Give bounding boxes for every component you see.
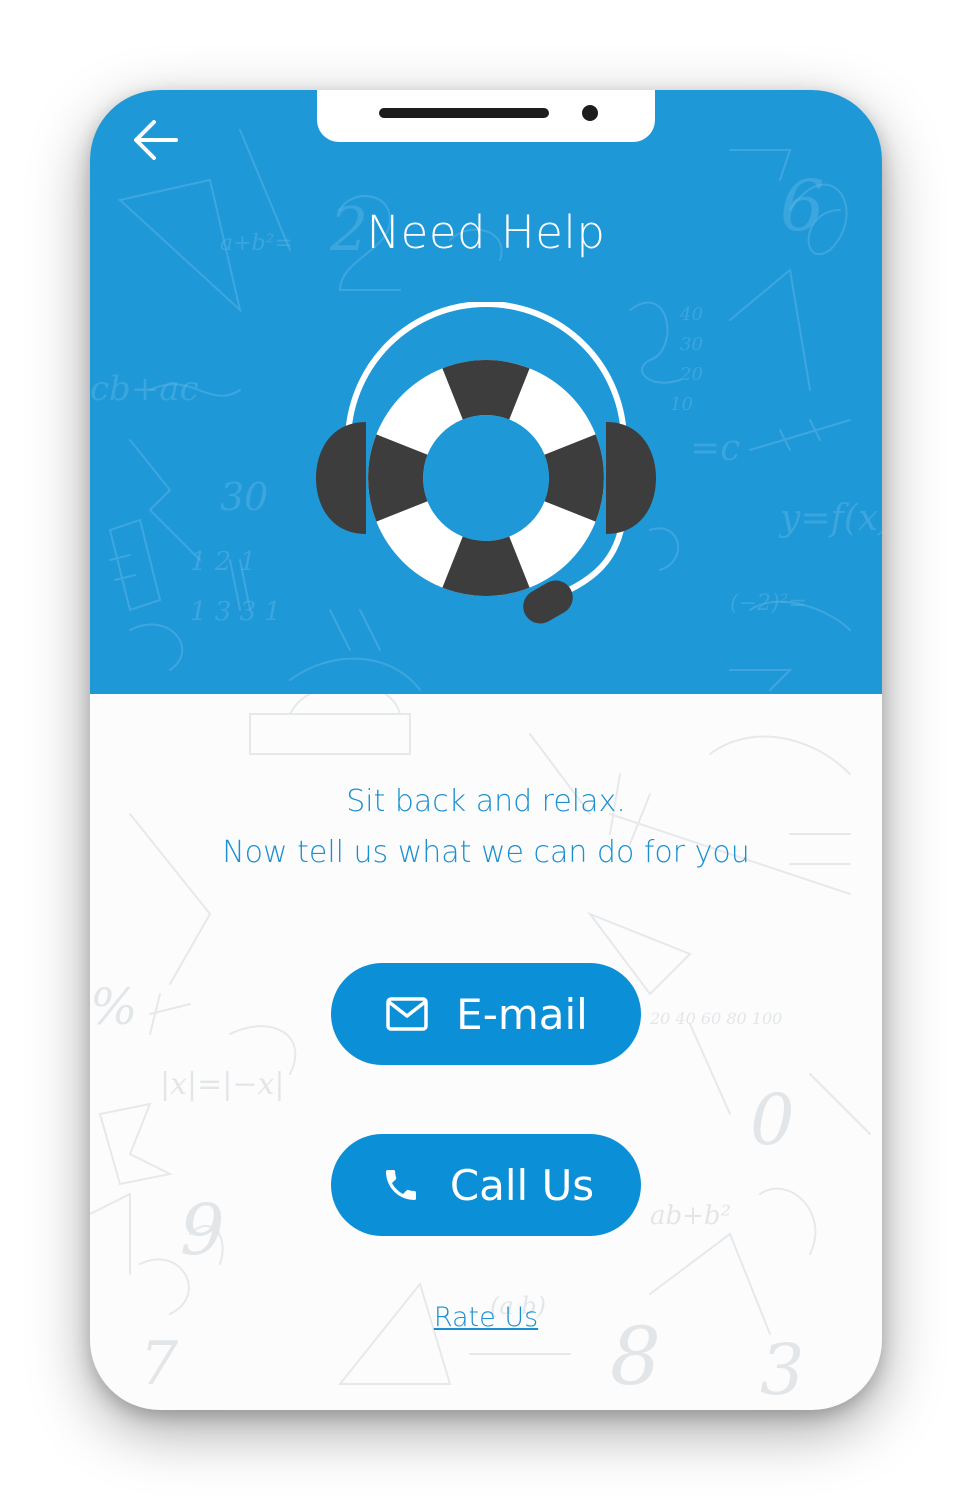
rate-us-link[interactable]: Rate Us [434, 1302, 538, 1333]
email-button[interactable]: E-mail [331, 963, 641, 1065]
svg-text:cb+ac: cb+ac [90, 369, 199, 409]
svg-text:1 2 1: 1 2 1 [190, 547, 256, 577]
svg-text:1 3 3 1: 1 3 3 1 [190, 597, 281, 627]
svg-text:0: 0 [750, 1079, 795, 1161]
speaker-slot [379, 108, 549, 118]
phone-icon [378, 1162, 424, 1208]
svg-text:=c: =c [690, 428, 740, 469]
phone-frame: a+b²= cb+ac 30 6 2 y=f(x) 1 2 1 1 3 3 1 … [90, 90, 882, 1410]
arrow-left-icon [134, 120, 178, 160]
call-us-button-label: Call Us [449, 1160, 595, 1210]
svg-text:|x|=|−x|: |x|=|−x| [160, 1067, 285, 1102]
svg-text:10: 10 [670, 394, 693, 415]
svg-text:30: 30 [680, 334, 703, 355]
page-title: Need Help [366, 206, 606, 259]
mail-icon [384, 991, 430, 1037]
tagline: Sit back and relax. Now tell us what we … [90, 776, 882, 878]
svg-text:40: 40 [679, 304, 703, 325]
svg-text:%: % [90, 978, 138, 1036]
svg-text:30: 30 [220, 475, 268, 519]
svg-text:9: 9 [180, 1189, 225, 1271]
back-button[interactable] [128, 112, 188, 168]
lifebuoy-headset-icon [316, 302, 656, 624]
phone-notch [317, 90, 655, 142]
svg-text:20 40 60 80 100: 20 40 60 80 100 [649, 1009, 782, 1028]
front-camera [582, 105, 598, 121]
header-panel: a+b²= cb+ac 30 6 2 y=f(x) 1 2 1 1 3 3 1 … [90, 90, 882, 694]
svg-text:y=f(x): y=f(x) [778, 498, 882, 539]
rate-us-row: Rate Us [90, 1302, 882, 1333]
email-button-label: E-mail [456, 989, 588, 1039]
svg-text:ab+b²: ab+b² [650, 1201, 731, 1231]
call-us-button[interactable]: Call Us [331, 1134, 641, 1236]
svg-text:7: 7 [140, 1329, 179, 1399]
svg-text:(−2)²=: (−2)²= [730, 591, 807, 616]
svg-text:20: 20 [679, 364, 703, 385]
tagline-line-2: Now tell us what we can do for you [222, 835, 750, 870]
tagline-line-1: Sit back and relax. [346, 784, 626, 819]
svg-text:3: 3 [760, 1329, 805, 1410]
